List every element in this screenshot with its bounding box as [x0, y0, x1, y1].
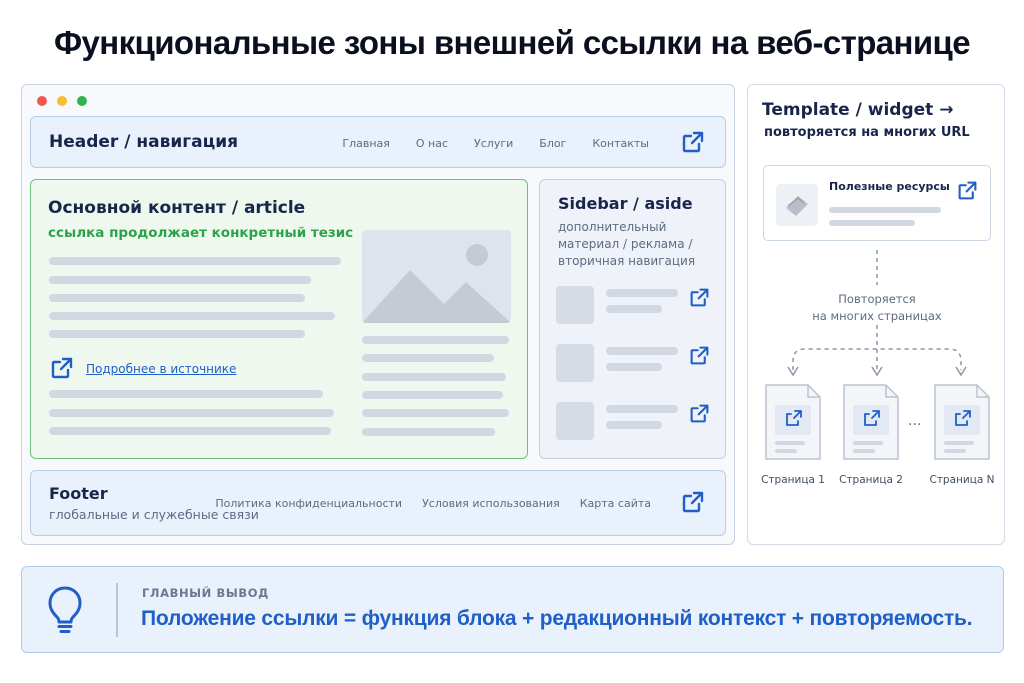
browser-window: Header / навигация Главная О нас Услуги … [21, 84, 735, 545]
page-document-icon [842, 383, 900, 461]
external-link-icon[interactable] [681, 130, 705, 154]
footer-title: Footer [49, 484, 108, 503]
text-line-placeholder [49, 409, 334, 417]
text-line-placeholder [606, 405, 678, 413]
text-line-placeholder [362, 428, 495, 436]
resources-widget: Полезные ресурсы [763, 165, 991, 241]
repeat-label-line-1: Повторяется [838, 292, 916, 306]
window-minimize-dot [57, 96, 67, 106]
footer-zone: Footer глобальные и служебные связи Поли… [30, 470, 726, 536]
sidebar-zone: Sidebar / aside дополнительный материал … [539, 179, 726, 459]
sidebar-description: дополнительный материал / реклама / втор… [558, 220, 696, 268]
conclusion-text: Положение ссылки = функция блока + редак… [141, 607, 973, 630]
external-link-icon[interactable] [50, 356, 74, 380]
window-close-dot [37, 96, 47, 106]
page-title: Функциональные зоны внешней ссылки на ве… [53, 24, 971, 61]
text-line-placeholder [362, 373, 506, 381]
window-maximize-dot [77, 96, 87, 106]
source-link[interactable]: Подробнее в источнике [86, 362, 236, 376]
external-link-icon[interactable] [681, 490, 705, 514]
conclusion-banner: ГЛАВНЫЙ ВЫВОД Положение ссылки = функция… [21, 566, 1004, 653]
external-link-icon[interactable] [689, 403, 710, 424]
repeat-label-line-2: на многих страницах [812, 309, 942, 323]
main-content-subtitle: ссылка продолжает конкретный тезис [48, 225, 354, 241]
page-document-icon [764, 383, 822, 461]
page-label-2: Страница 2 [839, 474, 903, 486]
text-line-placeholder [49, 276, 311, 284]
page-document-icon [933, 383, 991, 461]
main-content-zone: Основной контент / article ссылка продол… [30, 179, 528, 459]
text-line-placeholder [606, 305, 662, 313]
footer-link-terms[interactable]: Условия использования [422, 497, 560, 510]
template-subtitle: повторяется на многих URL [764, 125, 970, 140]
conclusion-label: ГЛАВНЫЙ ВЫВОД [142, 586, 269, 600]
text-line-placeholder [606, 363, 662, 371]
text-line-placeholder [606, 347, 678, 355]
text-line-placeholder [362, 336, 509, 344]
text-line-placeholder [606, 421, 662, 429]
text-line-placeholder [829, 220, 915, 226]
thumbnail-placeholder [556, 344, 594, 382]
image-placeholder-icon [362, 230, 511, 323]
page-label-n: Страница N [929, 474, 995, 486]
widget-image-icon [776, 184, 818, 226]
header-zone-title: Header / навигация [49, 132, 239, 152]
text-line-placeholder [362, 391, 503, 399]
text-line-placeholder [829, 207, 941, 213]
nav-item-home[interactable]: Главная [342, 137, 390, 150]
main-content-title: Основной контент / article [48, 198, 306, 218]
nav-item-contacts[interactable]: Контакты [592, 137, 649, 150]
nav-item-blog[interactable]: Блог [539, 137, 566, 150]
text-line-placeholder [49, 427, 331, 435]
repeat-label: Повторяется на многих страницах [748, 291, 1006, 325]
nav-item-about[interactable]: О нас [416, 137, 448, 150]
text-line-placeholder [49, 257, 341, 265]
page-label-1: Страница 1 [761, 474, 825, 486]
thumbnail-placeholder [556, 286, 594, 324]
template-widget-panel: Template / widget → повторяется на многи… [747, 84, 1005, 545]
text-line-placeholder [49, 330, 305, 338]
footer-link-privacy[interactable]: Политика конфиденциальности [215, 497, 402, 510]
text-line-placeholder [49, 294, 305, 302]
sidebar-title: Sidebar / aside [558, 194, 693, 213]
footer-links: Политика конфиденциальности Условия испо… [215, 497, 651, 510]
text-line-placeholder [362, 409, 509, 417]
conclusion-divider [116, 583, 118, 637]
lightbulb-icon [46, 585, 84, 635]
text-line-placeholder [49, 390, 323, 398]
template-title: Template / widget → [762, 100, 954, 120]
pages-ellipsis: ... [908, 413, 922, 429]
external-link-icon[interactable] [957, 180, 978, 201]
text-line-placeholder [606, 289, 678, 297]
text-line-placeholder [362, 354, 494, 362]
footer-link-sitemap[interactable]: Карта сайта [580, 497, 651, 510]
nav-item-services[interactable]: Услуги [474, 137, 513, 150]
widget-title: Полезные ресурсы [829, 180, 950, 193]
external-link-icon[interactable] [689, 345, 710, 366]
external-link-icon[interactable] [689, 287, 710, 308]
header-nav: Главная О нас Услуги Блог Контакты [342, 137, 649, 150]
header-zone: Header / навигация Главная О нас Услуги … [30, 116, 726, 168]
text-line-placeholder [49, 312, 335, 320]
thumbnail-placeholder [556, 402, 594, 440]
